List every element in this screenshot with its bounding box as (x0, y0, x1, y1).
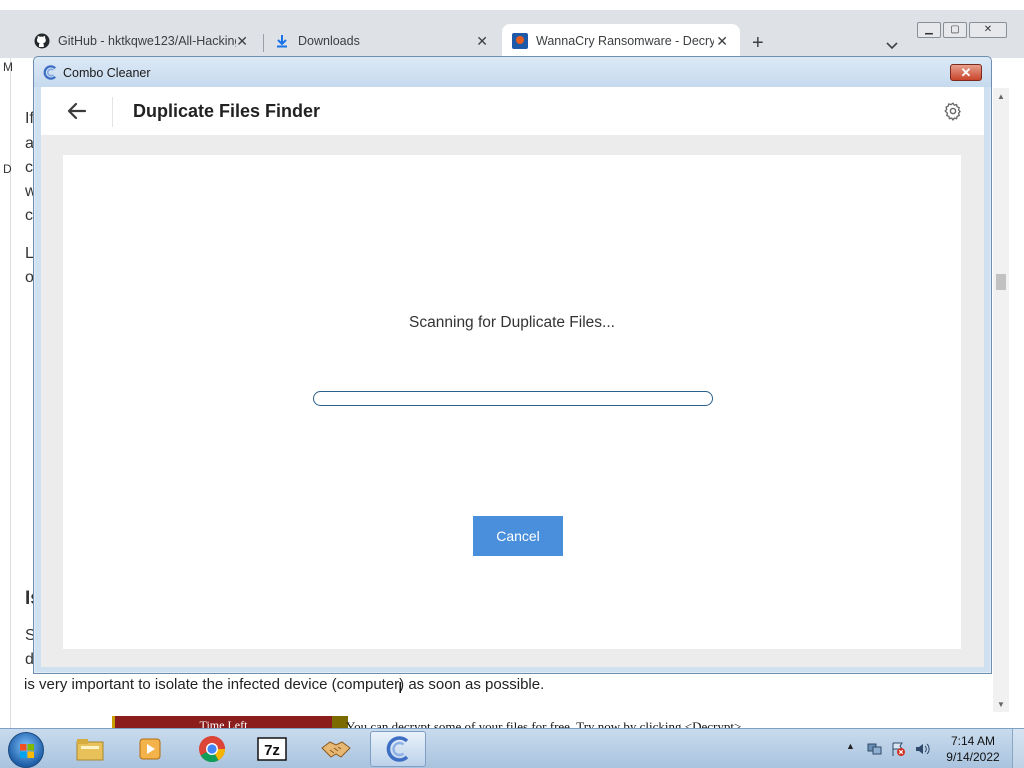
close-icon[interactable]: ✕ (476, 33, 488, 49)
page-title: Duplicate Files Finder (133, 101, 321, 121)
download-icon (274, 33, 290, 49)
combo-cleaner-icon (43, 65, 58, 85)
scan-progress-bar (313, 391, 713, 406)
scrollbar[interactable]: ▲ ▼ (993, 88, 1009, 712)
scroll-thumb[interactable] (996, 274, 1006, 290)
chrome-icon[interactable] (184, 731, 240, 767)
time-left-label: Time Left (112, 716, 332, 728)
app-client-area: Duplicate Files Finder Scanning for Dupl… (41, 87, 984, 667)
close-icon[interactable]: ✕ (236, 33, 248, 49)
tab-bar: GitHub - hktkqwe123/All-Hacking ✕ Downlo… (0, 10, 1024, 58)
tab-title: WannaCry Ransomware - Decrypt (536, 34, 714, 48)
cancel-button[interactable]: Cancel (473, 516, 563, 556)
chevron-up-icon[interactable]: ▲ (846, 741, 855, 751)
back-arrow-icon[interactable] (65, 99, 89, 123)
new-tab-icon[interactable]: + (752, 33, 764, 53)
tab-title: Downloads (298, 34, 360, 48)
chevron-down-icon[interactable] (886, 37, 898, 55)
clock-time: 7:14 AM (950, 734, 996, 748)
scroll-up-icon[interactable]: ▲ (997, 92, 1005, 101)
explorer-icon[interactable] (62, 731, 118, 767)
clock-date: 9/14/2022 (946, 750, 1000, 764)
network-icon[interactable] (866, 741, 882, 757)
combo-cleaner-taskbar-icon[interactable] (370, 731, 426, 767)
taskbar: 7z ▲ 7:14 AM 9/14/2022 (0, 728, 1024, 768)
page-text: is very important to isolate the infecte… (24, 676, 545, 693)
page-text: c (25, 207, 33, 224)
tab-title: GitHub - hktkqwe123/All-Hacking (58, 34, 236, 48)
combo-cleaner-window: Combo Cleaner ✕ Duplicate Files Finder S… (33, 56, 992, 674)
page-text: M (3, 60, 13, 74)
header-divider (112, 97, 113, 127)
app-header: Duplicate Files Finder (41, 87, 984, 135)
text-cursor-icon: I (398, 680, 403, 697)
pcrisk-icon (512, 33, 528, 49)
tab-downloads[interactable]: Downloads ✕ (264, 24, 500, 58)
media-player-icon[interactable] (122, 731, 178, 767)
show-desktop-button[interactable] (1012, 729, 1024, 768)
gear-icon[interactable] (943, 101, 963, 121)
minimize-button[interactable]: ▁ (917, 22, 941, 38)
window-titlebar[interactable]: Combo Cleaner ✕ (34, 57, 991, 87)
close-icon[interactable]: ✕ (716, 33, 728, 49)
system-clock[interactable]: 7:14 AM 9/14/2022 (940, 733, 1006, 765)
tab-wannacry[interactable]: WannaCry Ransomware - Decrypt ✕ (502, 24, 740, 58)
close-button[interactable]: ✕ (950, 64, 982, 81)
scroll-down-icon[interactable]: ▼ (997, 700, 1005, 709)
flag-alert-icon[interactable] (890, 741, 906, 757)
window-title: Combo Cleaner (63, 66, 151, 80)
start-button[interactable] (8, 732, 44, 768)
decrypt-text: You can decrypt some of your files for f… (346, 719, 745, 728)
page-text: D (3, 162, 12, 176)
tab-github[interactable]: GitHub - hktkqwe123/All-Hacking ✕ (24, 24, 260, 58)
close-button[interactable]: ✕ (969, 22, 1007, 38)
7zip-icon[interactable]: 7z (244, 731, 300, 767)
scan-status-text: Scanning for Duplicate Files... (409, 314, 615, 331)
volume-icon[interactable] (914, 741, 930, 757)
maximize-button[interactable]: ▢ (943, 22, 967, 38)
ransom-note-preview: Time Left You can decrypt some of your f… (100, 716, 916, 728)
svg-text:7z: 7z (264, 742, 280, 759)
scan-panel: Scanning for Duplicate Files... Cancel (63, 155, 961, 649)
github-icon (34, 33, 50, 49)
handshake-icon[interactable] (308, 731, 364, 767)
page-text: c (25, 159, 33, 176)
